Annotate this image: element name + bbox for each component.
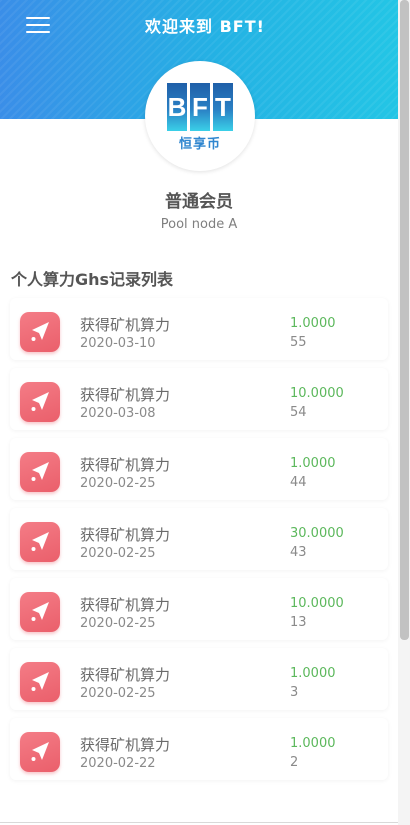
record-date: 2020-02-22 bbox=[80, 756, 156, 771]
logo-letter-f: F bbox=[190, 83, 210, 131]
scrollbar-thumb[interactable] bbox=[400, 0, 409, 640]
record-amount: 30.0000 bbox=[290, 526, 344, 541]
send-arrow-icon bbox=[20, 452, 60, 492]
record-title: 获得矿机算力 bbox=[80, 386, 171, 404]
section-title: 个人算力Ghs记录列表 bbox=[11, 270, 174, 289]
record-date: 2020-03-10 bbox=[80, 336, 156, 351]
pool-node: Pool node A bbox=[160, 217, 238, 232]
bft-logo: B F T bbox=[167, 83, 233, 131]
send-arrow-icon bbox=[20, 592, 60, 632]
record-count: 43 bbox=[290, 545, 307, 560]
list-item[interactable]: 获得矿机算力 2020-02-22 1.0000 2 bbox=[10, 718, 388, 780]
record-date: 2020-02-25 bbox=[80, 546, 156, 561]
list-item[interactable]: 获得矿机算力 2020-02-25 1.0000 44 bbox=[10, 438, 388, 500]
record-count: 13 bbox=[290, 615, 307, 630]
record-date: 2020-03-08 bbox=[80, 406, 156, 421]
list-item[interactable]: 获得矿机算力 2020-02-25 10.0000 13 bbox=[10, 578, 388, 640]
record-title: 获得矿机算力 bbox=[80, 526, 171, 544]
list-item[interactable]: 获得矿机算力 2020-02-25 30.0000 43 bbox=[10, 508, 388, 570]
send-arrow-icon bbox=[20, 312, 60, 352]
record-title: 获得矿机算力 bbox=[80, 596, 171, 614]
record-amount: 1.0000 bbox=[290, 456, 336, 471]
record-amount: 10.0000 bbox=[290, 386, 344, 401]
record-title: 获得矿机算力 bbox=[80, 316, 171, 334]
record-amount: 1.0000 bbox=[290, 666, 336, 681]
list-item[interactable]: 获得矿机算力 2020-03-08 10.0000 54 bbox=[10, 368, 388, 430]
send-arrow-icon bbox=[20, 662, 60, 702]
list-item[interactable]: 获得矿机算力 2020-02-25 1.0000 3 bbox=[10, 648, 388, 710]
avatar: B F T 恒享币 bbox=[145, 61, 255, 171]
logo-letter-t: T bbox=[213, 83, 233, 131]
record-amount: 10.0000 bbox=[290, 596, 344, 611]
member-level: 普通会员 bbox=[165, 192, 233, 212]
list-item[interactable]: 获得矿机算力 2020-03-10 1.0000 55 bbox=[10, 298, 388, 360]
send-arrow-icon bbox=[20, 522, 60, 562]
send-arrow-icon bbox=[20, 382, 60, 422]
record-title: 获得矿机算力 bbox=[80, 736, 171, 754]
logo-letter-b: B bbox=[167, 83, 187, 131]
record-count: 55 bbox=[290, 335, 307, 350]
logo-subtitle: 恒享币 bbox=[178, 137, 221, 152]
record-count: 44 bbox=[290, 475, 307, 490]
record-date: 2020-02-25 bbox=[80, 476, 156, 491]
record-title: 获得矿机算力 bbox=[80, 666, 171, 684]
record-amount: 1.0000 bbox=[290, 736, 336, 751]
record-amount: 1.0000 bbox=[290, 316, 336, 331]
record-date: 2020-02-25 bbox=[80, 616, 156, 631]
send-arrow-icon bbox=[20, 732, 60, 772]
record-date: 2020-02-25 bbox=[80, 686, 156, 701]
header-title: 欢迎来到 BFT! bbox=[145, 17, 265, 36]
record-list: 获得矿机算力 2020-03-10 1.0000 55 获得矿机算力 2020-… bbox=[10, 298, 388, 788]
record-count: 3 bbox=[290, 685, 299, 700]
record-count: 2 bbox=[290, 755, 299, 770]
bottom-divider bbox=[0, 822, 398, 823]
record-count: 54 bbox=[290, 405, 307, 420]
record-title: 获得矿机算力 bbox=[80, 456, 171, 474]
